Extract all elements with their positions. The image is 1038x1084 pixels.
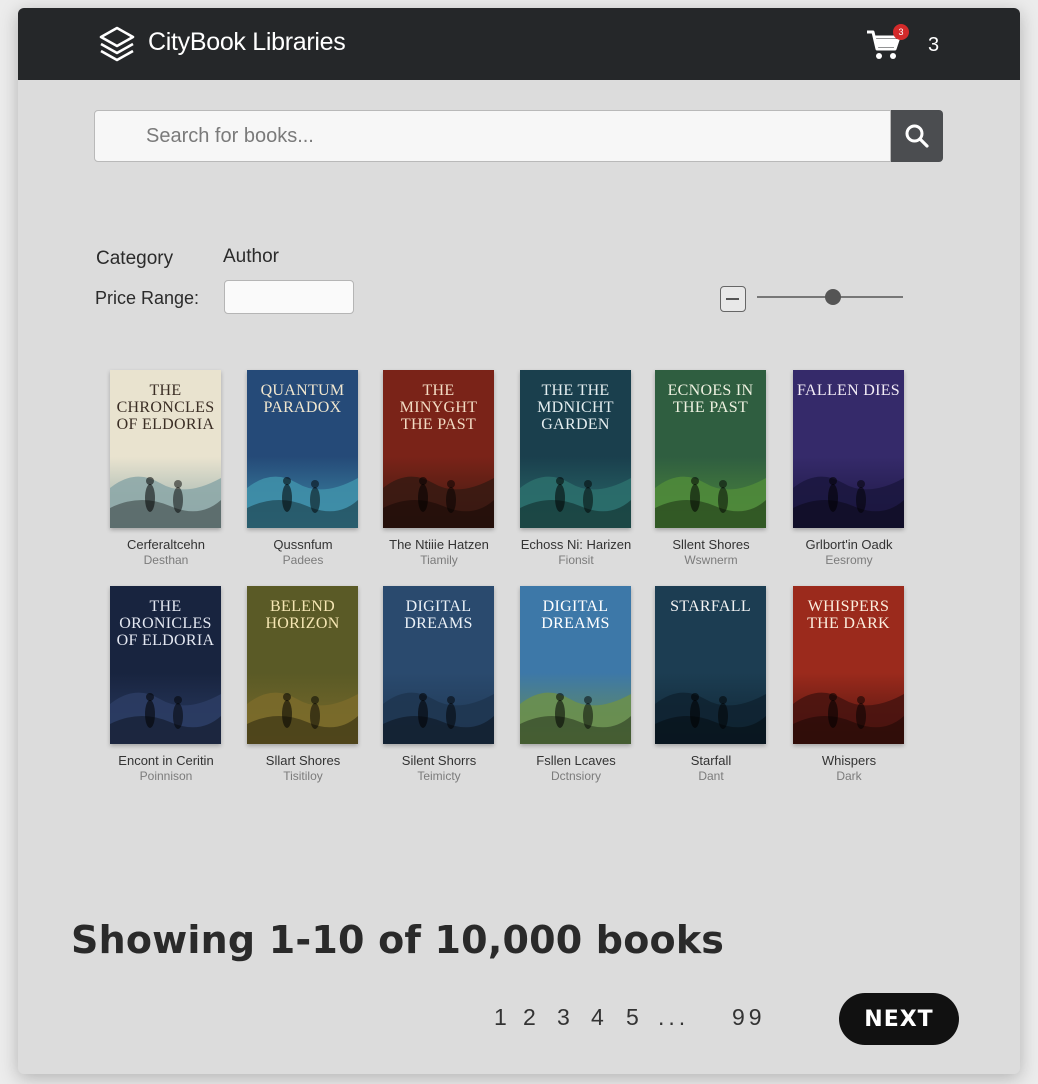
book-title[interactable]: Whispers [785, 753, 913, 768]
price-range-label: Price Range: [95, 288, 200, 308]
book-cover[interactable]: Quantum Paradox [247, 370, 358, 528]
price-slider[interactable] [757, 288, 903, 308]
cover-illustration [793, 476, 904, 528]
book-card[interactable]: The The Mdnicht Garden Echoss Ni: Harizen… [512, 370, 640, 567]
book-title[interactable]: Sllent Shores [647, 537, 775, 552]
cover-illustration [110, 692, 221, 744]
book-author: Dark [836, 769, 862, 783]
book-title[interactable]: Cerferaltcehn [102, 537, 230, 552]
book-title[interactable]: Sllart Shores [239, 753, 367, 768]
book-cover[interactable]: The Chroncles of Eldoria [110, 370, 221, 528]
cover-illustration [247, 692, 358, 744]
book-title[interactable]: Silent Shorrs [375, 753, 503, 768]
next-button[interactable]: NEXT [839, 993, 959, 1045]
page-link-99[interactable]: 99 [732, 1004, 766, 1031]
cover-title: Starfall [670, 598, 751, 615]
brand-name: CityBook Libraries [148, 28, 346, 56]
cover-illustration [247, 476, 358, 528]
cover-title: Quantum Paradox [260, 382, 345, 416]
book-author: Teimicty [417, 769, 461, 783]
catalog-window: CityBook Libraries 3 3 Category Author P… [18, 8, 1020, 1074]
cover-title: Belend Horizon [265, 598, 340, 632]
slider-thumb[interactable] [824, 289, 841, 305]
top-navigation-bar: CityBook Libraries 3 3 [18, 8, 1020, 80]
book-card[interactable]: The Chroncles of Eldoria Cerferaltcehn Des… [102, 370, 230, 567]
book-author: Tisitiloy [283, 769, 323, 783]
cover-title: Whispers The Dark [807, 598, 890, 632]
cover-illustration [383, 692, 494, 744]
cover-illustration [110, 476, 221, 528]
page-link-5[interactable]: 5 [626, 1004, 639, 1031]
pagination-ellipsis: ... [658, 1004, 690, 1030]
cover-title: Digital Dreams [404, 598, 473, 632]
book-card[interactable]: Quantum Paradox Qussnfum Padees [239, 370, 367, 567]
book-cover[interactable]: Whispers The Dark [793, 586, 904, 744]
book-author: Poinnison [139, 769, 193, 783]
book-cover[interactable]: Fallen Dies [793, 370, 904, 528]
cover-illustration [793, 692, 904, 744]
book-title[interactable]: Starfall [647, 753, 775, 768]
cover-title: The Oronicles of Eldoria [116, 598, 215, 649]
book-card[interactable]: The Minyght The Past The Ntiiie Hatzen Tia… [375, 370, 503, 567]
book-author: Tiamily [420, 553, 458, 567]
book-card[interactable]: Ecnoes in the Past Sllent Shores Wswnerm [647, 370, 775, 567]
search-button[interactable] [891, 110, 943, 162]
book-card[interactable]: Starfall Starfall Dant [647, 586, 775, 783]
minus-button[interactable] [720, 286, 746, 312]
cover-title: The Chroncles of Eldoria [116, 382, 215, 433]
cover-illustration [383, 476, 494, 528]
page-link-4[interactable]: 4 [591, 1004, 604, 1031]
book-author: Eesromy [825, 553, 873, 567]
cart-count: 3 [928, 34, 940, 56]
book-title[interactable]: Echoss Ni: Harizen [512, 537, 640, 552]
book-author: Fionsit [558, 553, 594, 567]
book-cover[interactable]: Ecnoes in the Past [655, 370, 766, 528]
author-filter[interactable]: Author [223, 246, 279, 268]
book-cover[interactable]: The The Mdnicht Garden [520, 370, 631, 528]
book-author: Padees [282, 553, 324, 567]
cover-title: The The Mdnicht Garden [537, 382, 614, 433]
book-card[interactable]: Fallen Dies Grlbort'in Oadk Eesromy [785, 370, 913, 567]
book-cover[interactable]: Digital Dreams [383, 586, 494, 744]
search-input[interactable] [94, 110, 891, 162]
results-count: Showing 1-10 of 10,000 books [71, 918, 725, 962]
book-cover[interactable]: Starfall [655, 586, 766, 744]
book-title[interactable]: Encont in Ceritin [102, 753, 230, 768]
book-card[interactable]: Whispers The Dark Whispers Dark [785, 586, 913, 783]
book-title[interactable]: Qussnfum [239, 537, 367, 552]
cover-illustration [520, 692, 631, 744]
book-title[interactable]: Fsllen Lcaves [512, 753, 640, 768]
cover-illustration [520, 476, 631, 528]
cover-illustration [655, 692, 766, 744]
search-icon [905, 124, 929, 148]
book-author: Dctnsiory [550, 769, 601, 783]
page-link-3[interactable]: 3 [557, 1004, 570, 1031]
book-title[interactable]: The Ntiiie Hatzen [375, 537, 503, 552]
book-card[interactable]: Belend Horizon Sllart Shores Tisitiloy [239, 586, 367, 783]
book-author: Wswnerm [684, 553, 738, 567]
cover-illustration [655, 476, 766, 528]
book-card[interactable]: Digital Dreams Fsllen Lcaves Dctnsiory [512, 586, 640, 783]
cover-title: The Minyght The Past [399, 382, 478, 433]
book-cover[interactable]: The Minyght The Past [383, 370, 494, 528]
category-filter[interactable]: Category [96, 248, 173, 270]
book-cover[interactable]: The Oronicles of Eldoria [110, 586, 221, 744]
book-cover[interactable]: Belend Horizon [247, 586, 358, 744]
book-stack-logo-icon [99, 26, 135, 62]
book-card[interactable]: The Oronicles of Eldoria Encont in Ceriti… [102, 586, 230, 783]
price-range-input[interactable] [224, 280, 354, 314]
cart-badge: 3 [893, 24, 909, 40]
cover-title: Ecnoes in the Past [667, 382, 754, 416]
book-card[interactable]: Digital Dreams Silent Shorrs Teimicty [375, 586, 503, 783]
cover-title: Digital Dreams [541, 598, 610, 632]
cover-title: Fallen Dies [797, 382, 900, 399]
book-author: Dant [698, 769, 724, 783]
page-link-2[interactable]: 2 [523, 1004, 536, 1031]
book-title[interactable]: Grlbort'in Oadk [785, 537, 913, 552]
book-cover[interactable]: Digital Dreams [520, 586, 631, 744]
page-link-1[interactable]: 1 [494, 1004, 507, 1031]
book-author: Desthan [143, 553, 189, 567]
